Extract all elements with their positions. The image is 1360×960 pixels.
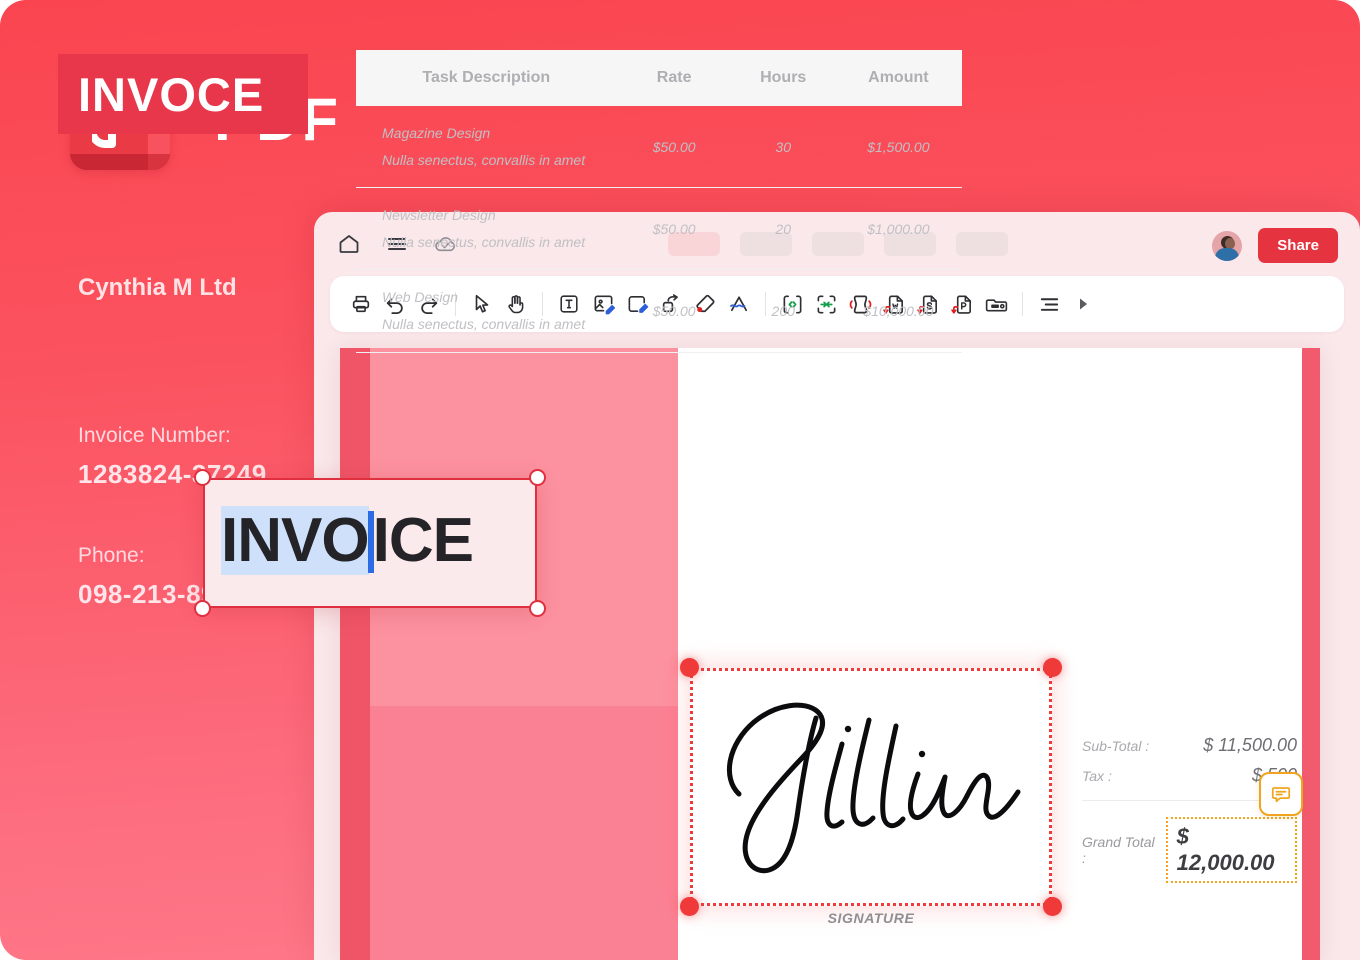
- text-edit-content[interactable]: INVOICE: [221, 506, 474, 576]
- subtotal-value: $ 11,500.00: [1203, 735, 1297, 755]
- invoice-right-stripe: [1302, 348, 1320, 960]
- cell-task: Web Design Nulla senectus, convallis in …: [356, 269, 617, 353]
- cell-amount: $1,000.00: [834, 187, 962, 271]
- subtotal-label: Sub-Total :: [1082, 738, 1150, 754]
- grand-total-value[interactable]: $ 12,000.00: [1165, 817, 1297, 883]
- table-row: Web Design Nulla senectus, convallis in …: [356, 269, 962, 353]
- organize-pages-icon[interactable]: [979, 287, 1013, 321]
- cell-task-sub: Nulla senectus, convallis in amet: [382, 315, 586, 332]
- cell-task: Magazine Design Nulla senectus, convalli…: [356, 106, 617, 189]
- cell-task-title: Web Design: [382, 289, 459, 306]
- text-edit-handle-bottom-right[interactable]: [529, 600, 546, 617]
- cell-hours: 20: [731, 187, 835, 271]
- table-row: Magazine Design Nulla senectus, convalli…: [356, 106, 962, 189]
- table-row: Newsletter Design Nulla senectus, conval…: [356, 187, 962, 271]
- share-button[interactable]: Share: [1258, 228, 1338, 263]
- cell-hours: 200: [731, 269, 835, 353]
- cell-task-sub: Nulla senectus, convallis in amet: [382, 151, 586, 168]
- cell-task-title: Magazine Design: [382, 125, 491, 141]
- grand-total-label: Grand Total :: [1082, 834, 1155, 866]
- invoice-title-block: INVOCE: [58, 54, 308, 134]
- more-tools-icon[interactable]: [1066, 287, 1100, 321]
- cell-rate: $50.00: [616, 106, 732, 189]
- align-icon[interactable]: [1032, 287, 1066, 321]
- text-caret: [367, 510, 374, 573]
- cell-amount: $10,000.00: [834, 269, 962, 353]
- cell-task: Newsletter Design Nulla senectus, conval…: [356, 187, 617, 271]
- grand-total-row: Grand Total : $ 12,000.00: [1082, 817, 1297, 883]
- signature-handle-top-left[interactable]: [680, 658, 699, 677]
- comment-button[interactable]: [1259, 772, 1303, 816]
- invoice-left-stripe: [340, 348, 370, 960]
- signature-widget[interactable]: [680, 658, 1062, 916]
- column-header-rate: Rate: [616, 50, 732, 106]
- avatar[interactable]: [1212, 230, 1243, 261]
- toolbar-divider: [1022, 292, 1023, 316]
- cell-task-sub: Nulla senectus, convallis in amet: [382, 233, 586, 250]
- signature-glyph: [690, 668, 1052, 906]
- subtotal-row: Sub-Total : $ 11,500.00: [1082, 735, 1297, 756]
- text-selection[interactable]: INVO: [221, 506, 370, 576]
- invoice-title-text: INVOCE: [78, 67, 265, 121]
- cell-rate: $50.00: [616, 269, 732, 353]
- column-header-task-description: Task Description: [356, 50, 617, 106]
- signature-caption: SIGNATURE: [827, 910, 915, 926]
- invoice-left-panel-lower: [370, 706, 678, 960]
- text-edit-handle-bottom-left[interactable]: [194, 600, 211, 617]
- tab-5[interactable]: [956, 232, 1008, 256]
- cell-amount: $1,500.00: [834, 106, 962, 189]
- invoice-number-label: Invoice Number:: [78, 424, 231, 447]
- text-remainder[interactable]: ICE: [373, 506, 474, 575]
- cell-hours: 30: [731, 106, 835, 189]
- cell-task-title: Newsletter Design: [382, 207, 496, 224]
- text-edit-box[interactable]: INVOICE: [203, 478, 537, 608]
- table-header-row: Task Description Rate Hours Amount: [356, 50, 962, 106]
- column-header-amount: Amount: [834, 50, 962, 106]
- column-header-hours: Hours: [731, 50, 835, 106]
- invoice-line-items-table: Task Description Rate Hours Amount Magaz…: [356, 50, 962, 353]
- text-edit-widget[interactable]: INVOICE: [194, 469, 546, 617]
- comment-bubble-icon: [1271, 787, 1291, 803]
- invoice-company-name: Cynthia M Ltd: [78, 274, 237, 301]
- text-edit-handle-top-right[interactable]: [529, 469, 546, 486]
- text-edit-handle-top-left[interactable]: [194, 469, 211, 486]
- cell-rate: $50.00: [616, 187, 732, 271]
- signature-handle-top-right[interactable]: [1043, 658, 1062, 677]
- tax-label: Tax :: [1082, 768, 1112, 784]
